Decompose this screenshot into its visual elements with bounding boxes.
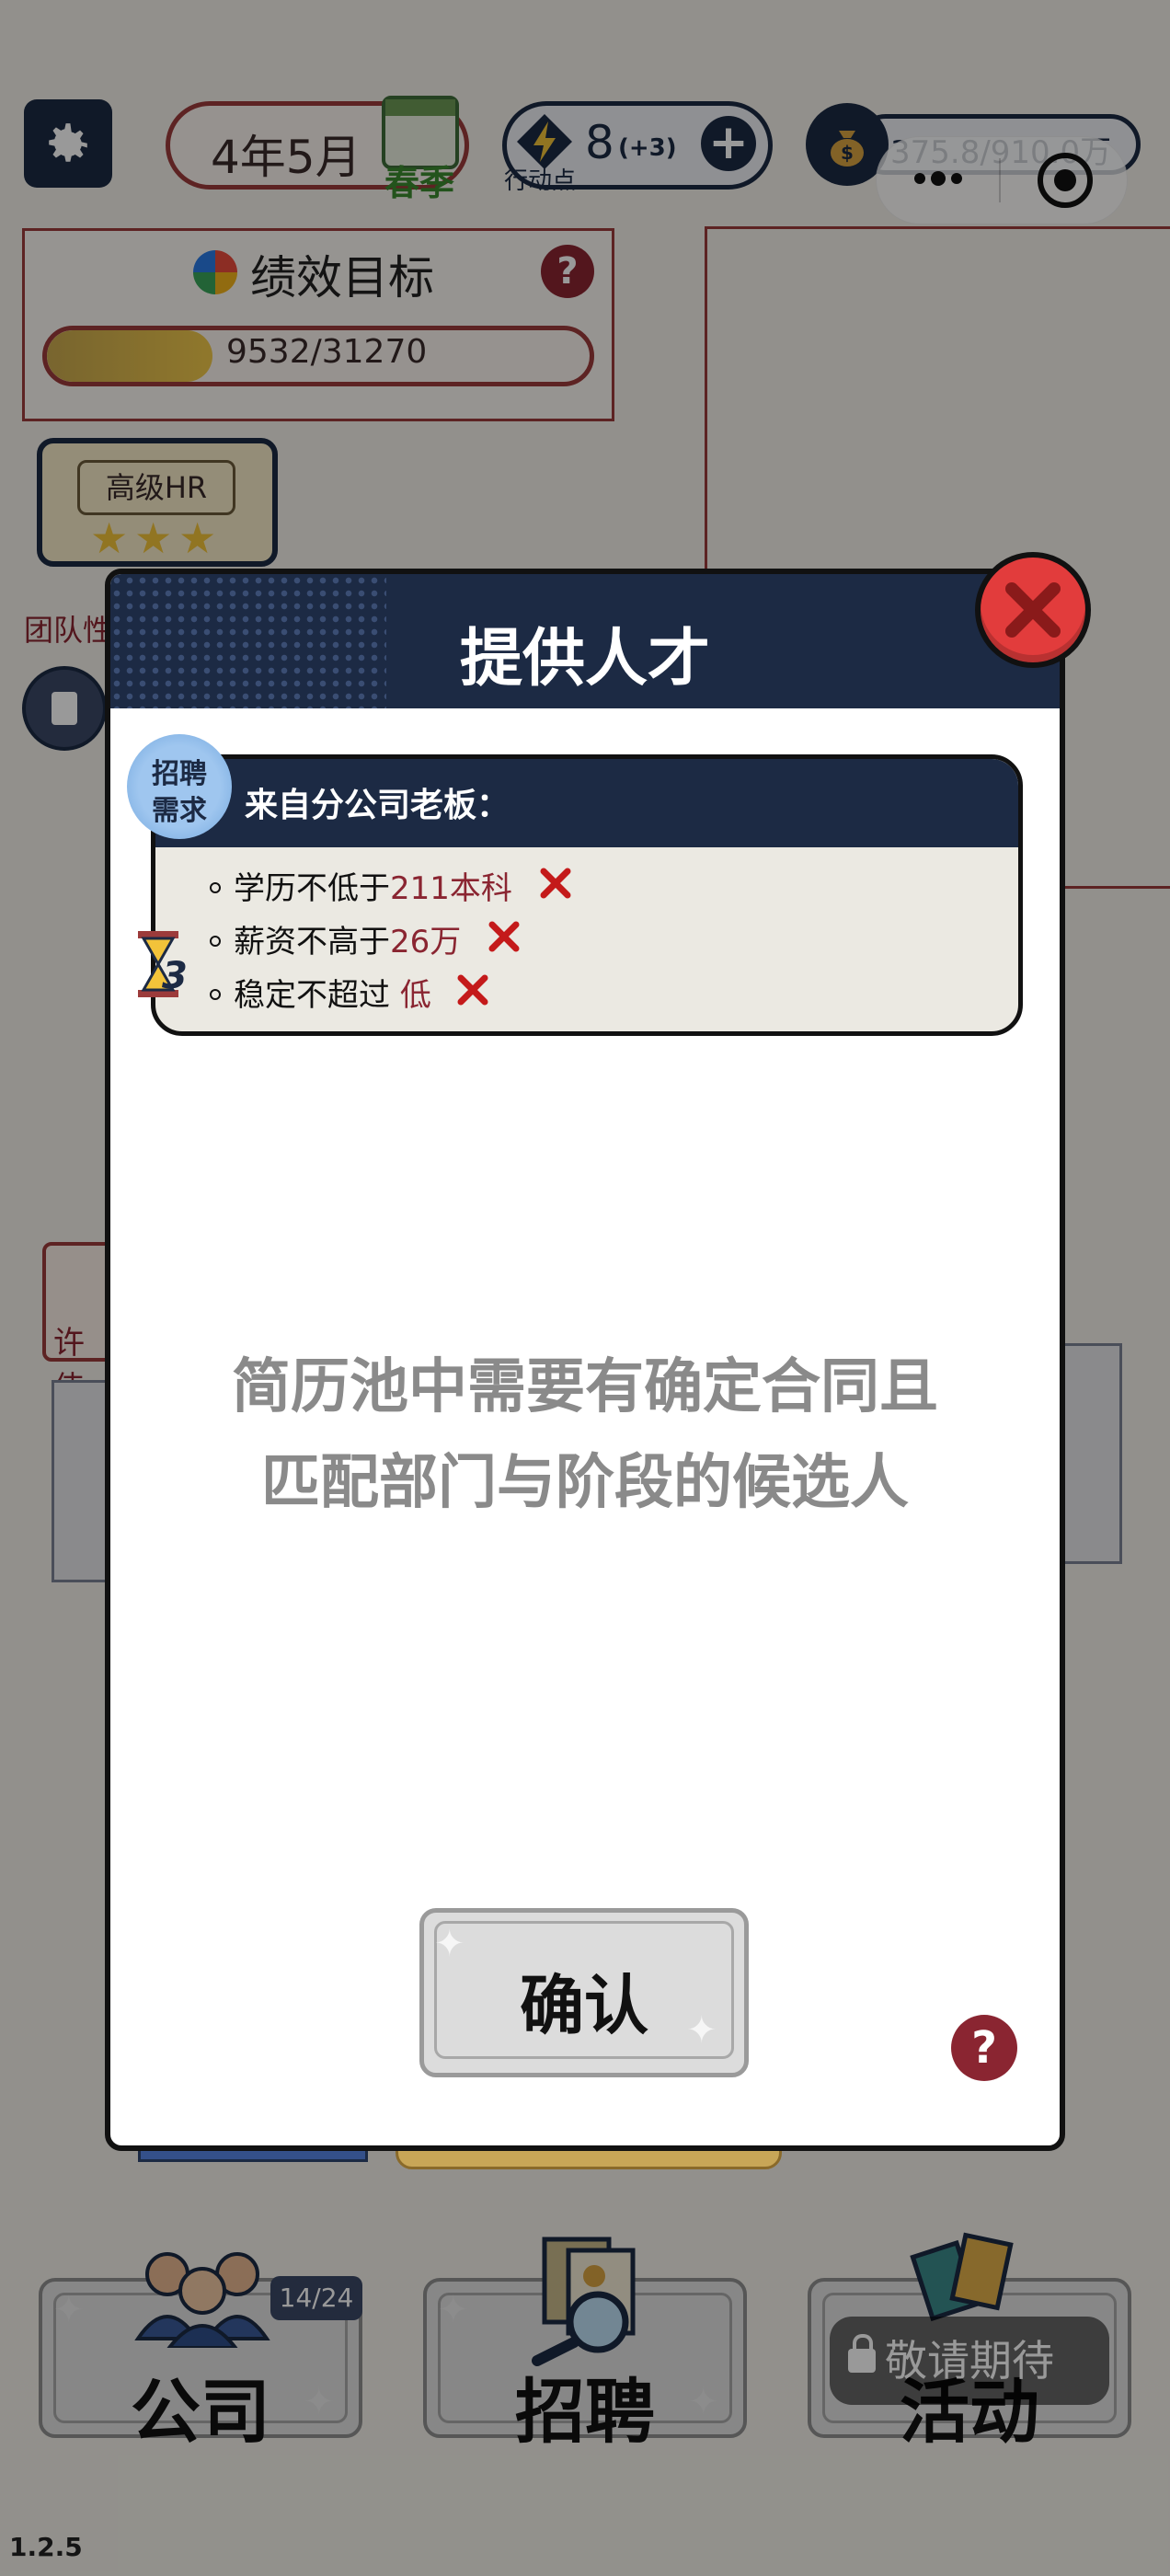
- modal-title: 提供人才: [459, 623, 710, 696]
- modal-message-line1: 简历池中需要有确定合同且: [232, 1353, 938, 1421]
- requirement-value: 26万: [390, 924, 462, 960]
- close-icon: [1005, 582, 1061, 638]
- requirement-badge-text: 招聘 需求: [138, 756, 221, 830]
- modal-help-button[interactable]: ?: [951, 2015, 1017, 2081]
- confirm-label: 确认: [520, 1968, 648, 2043]
- requirement-label: 薪资不高于: [234, 924, 390, 960]
- unmet-x-icon: [540, 868, 571, 899]
- bullet-icon: [210, 988, 221, 1000]
- bullet-icon: [210, 935, 221, 947]
- requirement-item: 薪资不高于26万: [210, 916, 461, 961]
- requirement-source: 来自分公司老板：: [245, 787, 510, 824]
- timer-value: 3: [162, 955, 188, 997]
- requirement-item: 学历不低于211本科: [210, 863, 512, 908]
- requirement-value: 低: [399, 977, 431, 1014]
- modal-header: 提供人才: [110, 574, 1060, 708]
- bullet-icon: [210, 881, 221, 893]
- requirement-value: 211本科: [390, 870, 512, 907]
- unmet-x-icon: [488, 921, 520, 952]
- requirement-badge-line1: 招聘: [152, 758, 207, 790]
- modal-message-line2: 匹配部门与阶段的候选人: [261, 1449, 909, 1517]
- requirement-label: 学历不低于: [234, 870, 390, 907]
- requirement-label: 稳定不超过: [234, 977, 400, 1014]
- requirement-badge-line2: 需求: [152, 795, 207, 827]
- requirement-item: 稳定不超过 低: [210, 970, 431, 1015]
- unmet-x-icon: [457, 974, 488, 1006]
